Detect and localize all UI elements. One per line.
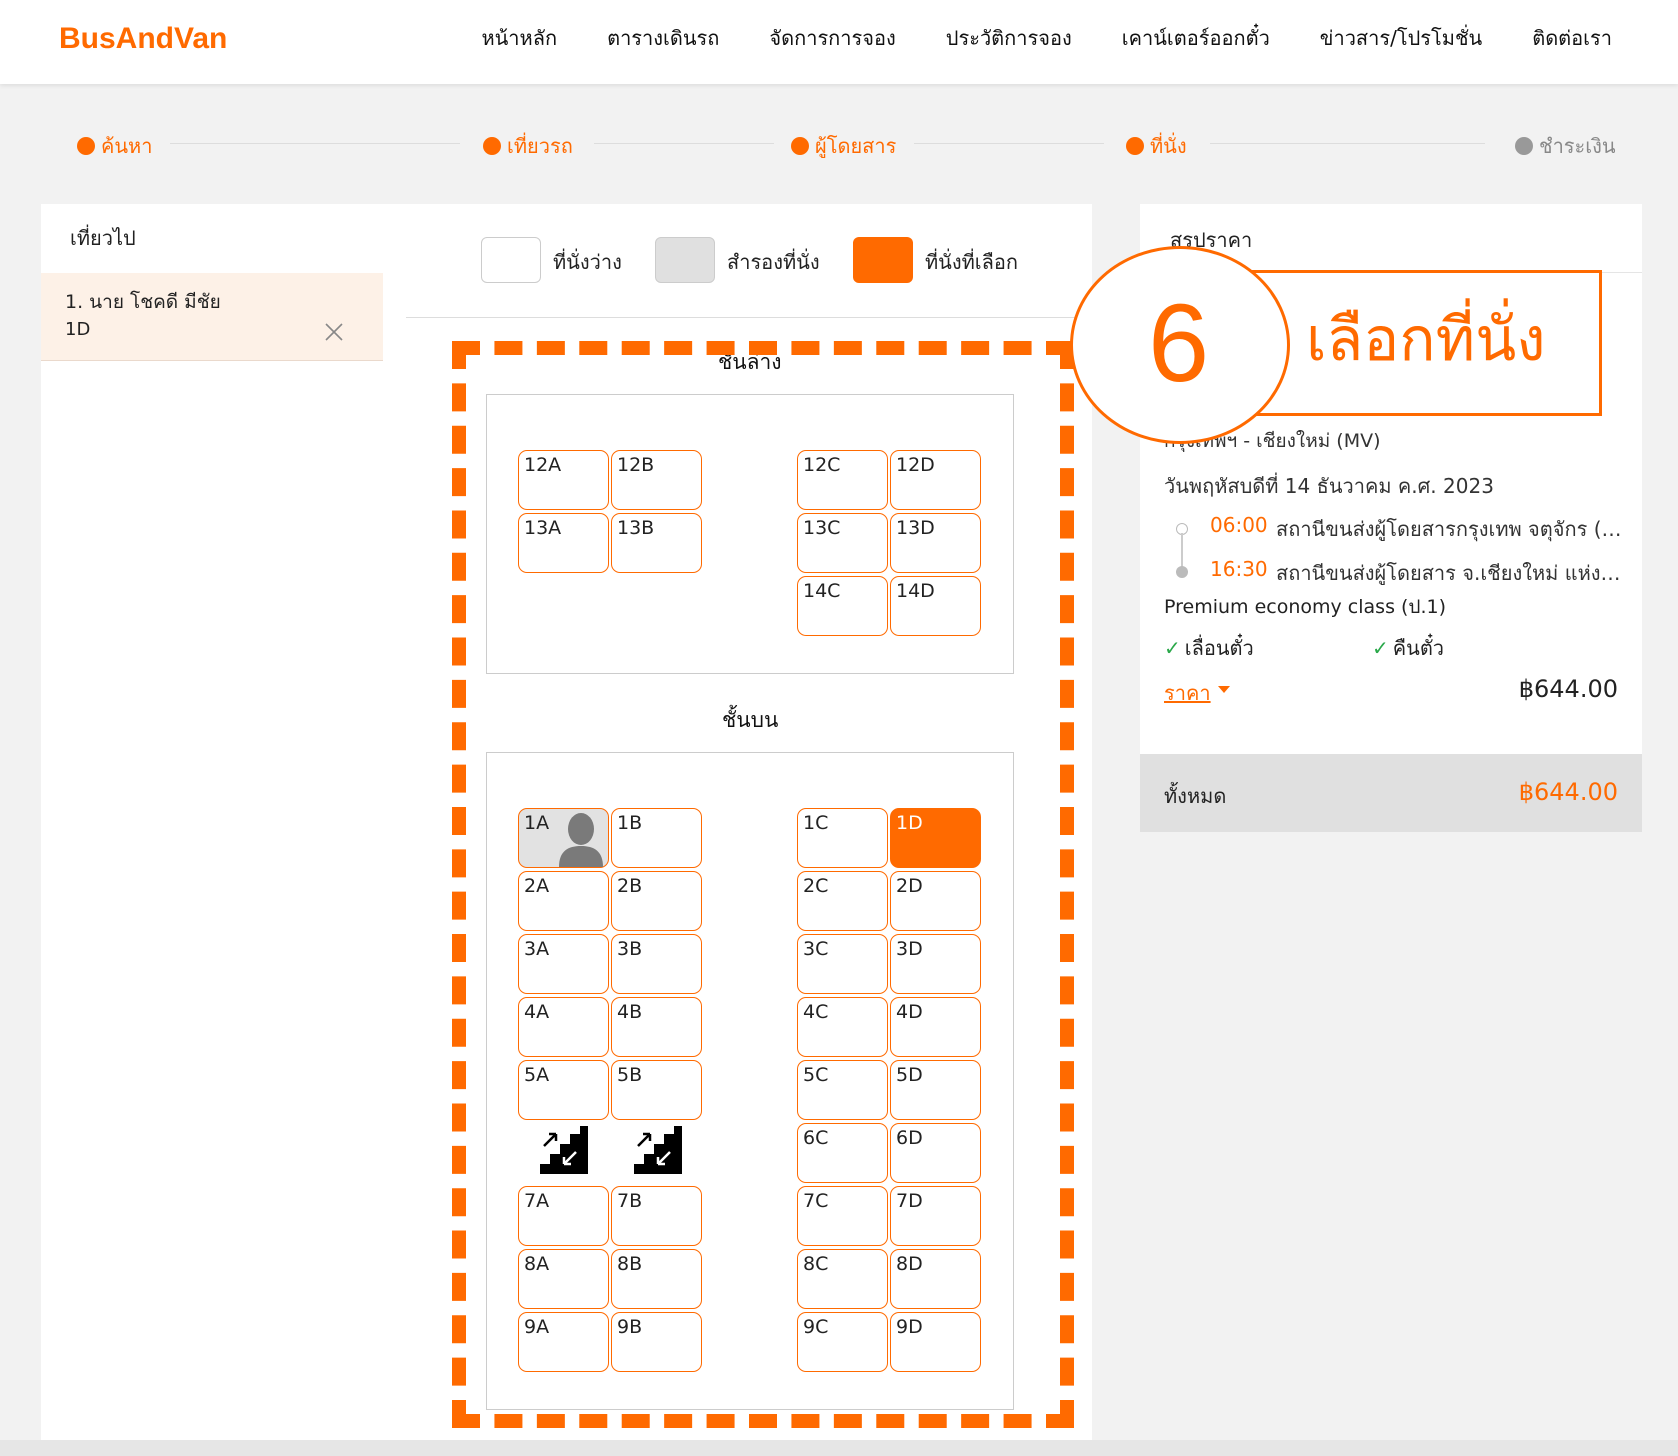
step-dot [483, 137, 501, 155]
step-passenger: ผู้โดยสาร [791, 130, 896, 162]
depart-station: สถานีขนส่งผู้โดยสารกรุงเทพ จตุจักร (หมอช… [1276, 517, 1630, 541]
step-seat: ที่นั่ง [1126, 130, 1187, 162]
step-label: ที่นั่ง [1150, 134, 1187, 158]
nav-news-promotions[interactable]: ข่าวสาร/โปรโมชั่น [1320, 22, 1482, 54]
legend-available-label: ที่นั่งว่าง [553, 250, 622, 274]
nav-manage-booking[interactable]: จัดการการจอง [769, 22, 895, 54]
legend-selected-swatch [853, 237, 913, 283]
legend-divider [406, 317, 1092, 318]
feature-refund: ✓ คืนตั๋ว [1372, 632, 1444, 664]
top-navbar: BusAndVan หน้าหลัก ตารางเดินรถ จัดการการ… [0, 0, 1678, 84]
legend-selected-label: ที่นั่งที่เลือก [925, 250, 1019, 274]
feature-label: เลื่อนตั๋ว [1184, 636, 1254, 660]
timeline-end-dot [1176, 566, 1188, 578]
trip-date: วันพฤหัสบดีที่ 14 ธันวาคม ค.ศ. 2023 [1164, 474, 1494, 498]
step-search: ค้นหา [77, 130, 152, 162]
nav-ticket-counter[interactable]: เคาน์เตอร์ออกตั๋ว [1122, 22, 1270, 54]
legend-reserved-swatch [655, 237, 715, 283]
passenger-seat: 1D [65, 319, 91, 340]
price-toggle-link[interactable]: ราคา [1164, 677, 1211, 709]
main-nav: หน้าหลัก ตารางเดินรถ จัดการการจอง ประวัต… [481, 22, 1612, 54]
feature-reschedule: ✓ เลื่อนตั๋ว [1164, 632, 1254, 664]
trip-direction-title: เที่ยวไป [70, 226, 136, 250]
step-trip: เที่ยวรถ [483, 130, 573, 162]
step-dot [1515, 137, 1533, 155]
arrive-station: สถานีขนส่งผู้โดยสาร จ.เชียงใหม่ แห่งที่ … [1276, 561, 1630, 585]
callout-step-number: 6 [1148, 282, 1210, 405]
step-connector [594, 143, 774, 144]
step-dot [77, 137, 95, 155]
nav-contact[interactable]: ติดต่อเรา [1532, 22, 1612, 54]
bus-class: Premium economy class (ป.1) [1164, 596, 1447, 618]
callout-text: เลือกที่นั่ง [1306, 305, 1546, 375]
total-label: ทั้งหมด [1164, 784, 1227, 808]
brand-logo[interactable]: BusAndVan [59, 22, 227, 56]
step-dot [791, 137, 809, 155]
step-label: ผู้โดยสาร [815, 134, 897, 158]
legend-available-swatch [481, 237, 541, 283]
caret-down-icon[interactable] [1218, 686, 1230, 693]
check-icon: ✓ [1164, 636, 1181, 660]
step-connector [170, 143, 460, 144]
check-icon: ✓ [1372, 636, 1389, 660]
step-payment: ชำระเงิน [1515, 130, 1616, 162]
step-connector [1210, 143, 1485, 144]
nav-home[interactable]: หน้าหลัก [481, 22, 557, 54]
step-dot [1126, 137, 1144, 155]
feature-label: คืนตั๋ว [1392, 636, 1445, 660]
step-label: ชำระเงิน [1539, 134, 1616, 158]
step-label: ค้นหา [101, 134, 153, 158]
legend-reserved-label: สำรองที่นั่ง [727, 250, 820, 274]
nav-booking-history[interactable]: ประวัติการจอง [946, 22, 1072, 54]
passenger-card[interactable]: 1. นาย โชคดี มีชัย 1D [41, 273, 383, 361]
price-value: ฿644.00 [1518, 675, 1618, 703]
step-connector [914, 143, 1104, 144]
timeline-line [1181, 533, 1183, 567]
step-label: เที่ยวรถ [507, 134, 573, 158]
page-bottom-edge [0, 1440, 1678, 1456]
total-value: ฿644.00 [1518, 778, 1618, 806]
arrive-time: 16:30 [1210, 557, 1268, 581]
passenger-name: 1. นาย โชคดี มีชัย [65, 291, 221, 313]
nav-schedule[interactable]: ตารางเดินรถ [607, 22, 719, 54]
close-icon[interactable] [323, 321, 345, 343]
total-bar: ทั้งหมด ฿644.00 [1140, 754, 1642, 832]
depart-time: 06:00 [1210, 513, 1268, 537]
seat-map-highlight [452, 341, 1074, 1428]
